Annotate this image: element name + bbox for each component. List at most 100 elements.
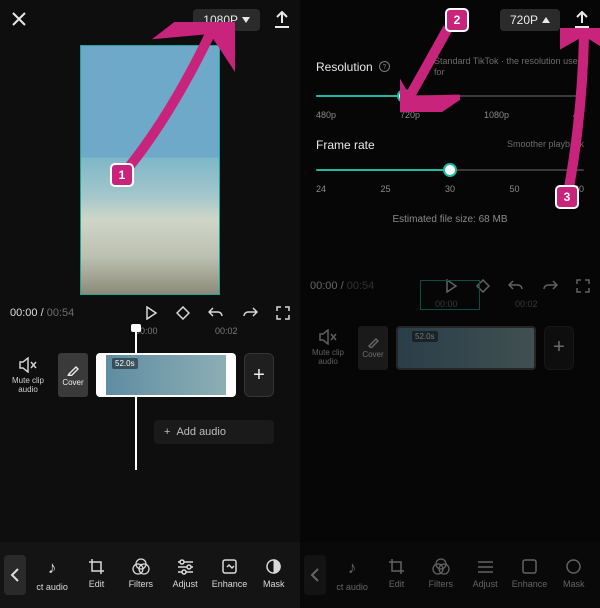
tool-enhance[interactable]: Enhance <box>207 558 251 592</box>
cover-button[interactable]: Cover <box>358 326 388 370</box>
tool-label: Edit <box>89 579 105 589</box>
estimated-size-label: Estimated file size: 68 MB <box>316 214 584 225</box>
tool-mask[interactable]: Mask <box>552 558 596 592</box>
tool-label: Filters <box>429 579 454 589</box>
ruler-tick: 00:02 <box>515 299 538 309</box>
tool-filters[interactable]: Filters <box>119 558 163 592</box>
tick-label: 720p <box>400 110 420 120</box>
annotation-badge-3: 3 <box>555 185 579 209</box>
export-button[interactable] <box>574 11 590 29</box>
svg-text:?: ? <box>382 64 386 71</box>
play-icon <box>144 306 158 320</box>
extract-audio-icon: ♪ <box>48 558 57 578</box>
tick-label: 30 <box>445 184 455 194</box>
time-current: 00:00 <box>10 307 38 319</box>
framerate-hint: Smoother playback <box>507 139 584 150</box>
add-audio-label: Add audio <box>176 426 226 438</box>
resolution-button-label: 1080P <box>203 13 238 27</box>
tool-filters[interactable]: Filters <box>419 558 463 592</box>
crop-icon <box>88 558 105 575</box>
video-clip[interactable]: 52.0s <box>96 353 236 397</box>
slider-knob[interactable] <box>397 89 411 103</box>
mute-clip-audio-button[interactable]: Mute clip audio <box>306 329 350 366</box>
tool-label: Mask <box>563 579 585 589</box>
annotation-badge-2: 2 <box>445 8 469 32</box>
add-audio-button[interactable]: + Add audio <box>154 420 274 444</box>
pencil-icon <box>67 364 79 376</box>
framerate-slider[interactable]: 24 25 30 50 60 <box>316 160 584 194</box>
chevron-down-icon <box>242 17 250 23</box>
tick-label: 480p <box>316 110 336 120</box>
plus-icon: + <box>164 426 170 438</box>
export-icon <box>574 11 590 29</box>
tool-edit[interactable]: Edit <box>74 558 118 592</box>
video-clip[interactable]: 52.0s <box>396 326 536 370</box>
add-clip-button[interactable]: + <box>544 326 574 370</box>
enhance-icon <box>221 558 238 575</box>
ruler-tick: 00:02 <box>215 326 238 336</box>
undo-button[interactable] <box>208 306 224 320</box>
clip-trim-right[interactable] <box>226 355 236 395</box>
timeline-ruler[interactable]: 00:00 00:02 <box>300 299 600 313</box>
video-preview[interactable] <box>80 45 220 295</box>
help-icon[interactable]: ? <box>379 61 390 72</box>
tick-label: 50 <box>509 184 519 194</box>
bottom-toolbar: ♪ct audio Edit Filters Adjust Enhance Ma… <box>300 542 600 608</box>
mask-icon <box>265 558 282 575</box>
transport-bar: 00:00 / 00:54 <box>0 300 300 326</box>
timeline-ruler[interactable]: 00:00 00:02 <box>0 326 300 340</box>
resolution-button-label: 720P <box>510 13 538 27</box>
annotation-badge-1: 1 <box>110 163 134 187</box>
resolution-button[interactable]: 720P <box>500 9 560 31</box>
chevron-up-icon <box>542 17 550 23</box>
tool-mask[interactable]: Mask <box>252 558 296 592</box>
add-clip-button[interactable]: + <box>244 353 274 397</box>
play-button[interactable] <box>144 306 158 320</box>
playhead[interactable] <box>135 326 137 470</box>
mute-label: Mute clip audio <box>306 348 350 366</box>
fullscreen-icon <box>276 306 290 320</box>
ruler-tick: 00:00 <box>435 299 458 309</box>
keyframe-button[interactable] <box>176 306 190 320</box>
timeline[interactable]: Mute clip audio Cover 52.0s + <box>0 340 300 410</box>
back-button[interactable] <box>4 555 26 595</box>
clip-trim-left[interactable] <box>96 355 106 395</box>
editor-screen: 1080P 00:00 / 00:54 00:00 00:02 <box>0 0 300 608</box>
close-button[interactable] <box>10 10 28 28</box>
video-preview-area <box>0 40 300 300</box>
tool-label: Filters <box>129 579 154 589</box>
redo-icon <box>242 306 258 320</box>
cover-button[interactable]: Cover <box>58 353 88 397</box>
tool-enhance[interactable]: Enhance <box>507 558 551 592</box>
time-total: 00:54 <box>47 307 75 319</box>
framerate-label: Frame rate <box>316 138 375 152</box>
tool-extract-audio[interactable]: ♪ct audio <box>30 558 74 592</box>
cover-label: Cover <box>62 378 83 387</box>
tool-adjust[interactable]: Adjust <box>463 558 507 592</box>
cover-label: Cover <box>362 350 383 359</box>
tool-extract-audio[interactable]: ♪ct audio <box>330 558 374 592</box>
tool-adjust[interactable]: Adjust <box>163 558 207 592</box>
export-icon <box>274 11 290 29</box>
sliders-icon <box>177 558 194 575</box>
plus-icon: + <box>553 336 565 359</box>
timeline[interactable]: Mute clip audio Cover 52.0s + <box>300 313 600 383</box>
tick-label: 1080p <box>484 110 509 120</box>
chevron-left-icon <box>10 568 20 582</box>
tool-edit[interactable]: Edit <box>374 558 418 592</box>
mute-label: Mute clip audio <box>6 376 50 394</box>
export-button[interactable] <box>274 11 290 29</box>
fullscreen-button[interactable] <box>276 306 290 320</box>
slider-knob[interactable] <box>443 163 457 177</box>
resolution-button[interactable]: 1080P <box>193 9 260 31</box>
resolution-slider[interactable]: 480p 720p 1080p 4K <box>316 86 584 120</box>
redo-button[interactable] <box>242 306 258 320</box>
tool-label: Edit <box>389 579 405 589</box>
mute-clip-audio-button[interactable]: Mute clip audio <box>6 357 50 394</box>
back-button[interactable] <box>304 555 326 595</box>
tool-label: Adjust <box>473 579 498 589</box>
export-settings-screen: 720P Resolution ? Standard TikTok · the … <box>300 0 600 608</box>
clip-duration: 52.0s <box>412 331 438 342</box>
resolution-label: Resolution <box>316 60 373 74</box>
tick-label: 25 <box>380 184 390 194</box>
